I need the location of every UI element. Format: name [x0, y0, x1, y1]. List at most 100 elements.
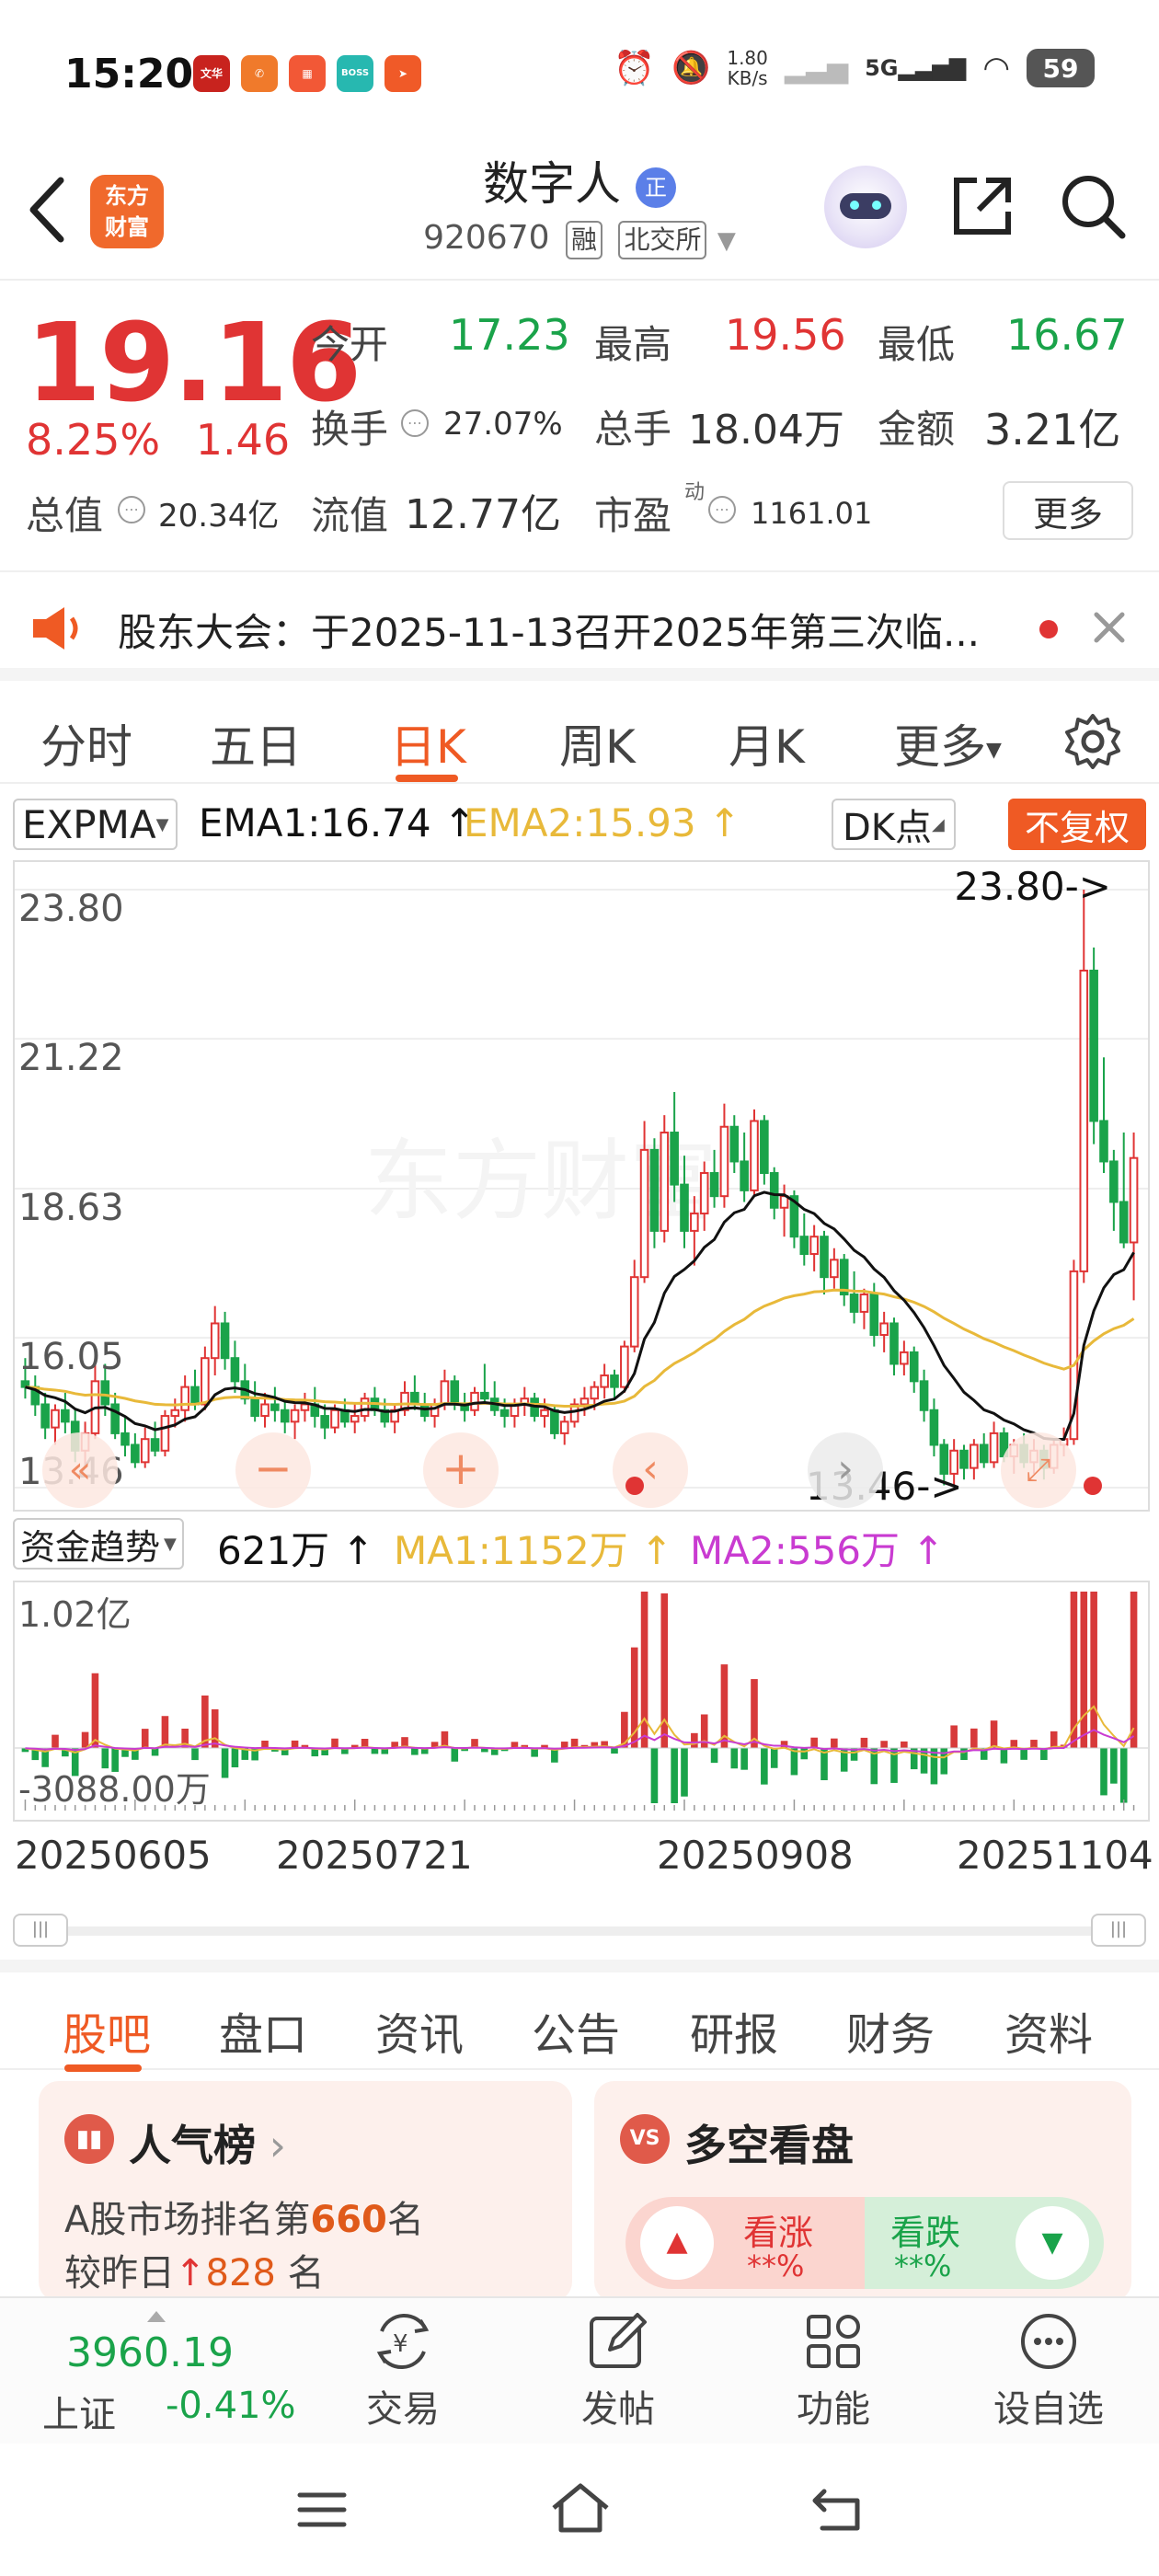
fund-bar	[1130, 1592, 1138, 1748]
indicator-selector[interactable]: EXPMA ▼	[13, 799, 178, 850]
candle-body	[610, 1374, 619, 1388]
more-quote-button[interactable]: 更多	[1003, 481, 1133, 540]
candle-body	[201, 1357, 210, 1406]
bull-bear-card[interactable]: VS 多空看盘 ▲ 看涨 **% 看跌 **% ▼	[594, 2081, 1131, 2302]
zoom-in-icon[interactable]: +	[423, 1432, 499, 1508]
tab-more[interactable]: 更多▼	[894, 710, 1002, 776]
adjust-button[interactable]: 不复权	[1008, 799, 1146, 850]
dk-point-button[interactable]: DK点 ◢	[832, 799, 956, 850]
functions-button[interactable]: 功能	[760, 2311, 907, 2432]
menu-icon[interactable]	[294, 2482, 350, 2537]
y-tick-label: 23.80	[18, 888, 124, 930]
fund-bar	[1050, 1731, 1058, 1748]
candle-body	[690, 1213, 699, 1232]
amount-value: 3.21亿	[984, 405, 1121, 454]
ai-assistant-avatar[interactable]	[824, 166, 907, 248]
index-ticker[interactable]: 3960.19 上证 -0.41%	[18, 2311, 313, 2440]
candle-body	[170, 1409, 180, 1418]
candle-body	[909, 1351, 919, 1383]
tab-weekly-k[interactable]: 周K	[559, 710, 636, 776]
tab-guba[interactable]: 股吧	[63, 1998, 151, 2063]
index-change: -0.41%	[166, 2385, 296, 2427]
fund-trend-chart[interactable]: 1.02亿 -3088.00万	[13, 1581, 1150, 1822]
candle-body	[131, 1443, 140, 1464]
home-icon[interactable]	[548, 2480, 613, 2536]
pe-label: 市盈	[594, 493, 672, 538]
tab-monthly-k[interactable]: 月K	[729, 710, 805, 776]
fund-trend-selector[interactable]: 资金趋势 ▼	[13, 1518, 184, 1570]
tab-news[interactable]: 资讯	[375, 1998, 464, 2063]
turnover-label: 换手	[311, 407, 389, 452]
mute-icon: 🔕	[671, 50, 711, 86]
candle-body	[709, 1172, 719, 1198]
fund-bar	[411, 1748, 419, 1755]
fund-bar	[1100, 1748, 1107, 1796]
tab-intraday[interactable]: 分时	[40, 710, 132, 776]
fund-trend-title: 资金趋势	[20, 1526, 161, 1568]
net-speed: 1.80 KB/s	[727, 47, 768, 89]
max-price-marker: 23.80->	[954, 864, 1111, 909]
info-icon[interactable]: ⋯	[708, 496, 736, 523]
bull-button[interactable]: ▲ 看涨 **%	[625, 2197, 865, 2289]
candle-body	[849, 1294, 859, 1313]
tab-order-book[interactable]: 盘口	[219, 1998, 307, 2063]
info-icon[interactable]: ⋯	[118, 496, 145, 523]
add-watchlist-button[interactable]: 设自选	[975, 2311, 1122, 2432]
candle-body	[580, 1397, 590, 1406]
content-tabs: 股吧 盘口 资讯 公告 研报 财务 资料	[0, 1960, 1159, 2072]
post-button[interactable]: 发帖	[545, 2311, 692, 2432]
event-marker-dot[interactable]	[625, 1477, 644, 1495]
candle-body	[750, 1120, 759, 1191]
candle-body	[120, 1432, 130, 1446]
candle-body	[799, 1236, 809, 1256]
candle-body	[760, 1120, 769, 1175]
announcement-bar[interactable]: 股东大会：于2025-11-13召开2025年第三次临...	[0, 570, 1159, 681]
zoom-out-icon[interactable]: −	[235, 1432, 311, 1508]
quote-panel: 19.16 8.25% 1.46 今开 17.23 最高 19.56 最低 16…	[0, 281, 1159, 566]
amount-label: 金额	[878, 407, 956, 452]
share-icon[interactable]	[949, 173, 1016, 239]
tab-daily-k[interactable]: 日K	[390, 710, 466, 776]
back-icon[interactable]	[809, 2482, 865, 2537]
bear-button[interactable]: 看跌 **% ▼	[865, 2197, 1104, 2289]
event-marker-dot[interactable]	[1084, 1477, 1102, 1495]
close-icon[interactable]	[1091, 609, 1128, 646]
scroller-left-handle[interactable]: |||	[13, 1914, 68, 1947]
fullscreen-icon[interactable]: ⤢	[1001, 1432, 1076, 1508]
indicator-row: EXPMA ▼ EMA1:16.74 ↑ EMA2:15.93 ↑ DK点 ◢ 不复…	[0, 799, 1159, 854]
tab-announcements[interactable]: 公告	[532, 1998, 620, 2063]
fund-bar	[1090, 1592, 1097, 1748]
tab-research[interactable]: 研报	[690, 1998, 778, 2063]
dropdown-caret-icon[interactable]: ▼	[717, 227, 736, 255]
scroll-left-icon[interactable]: «	[42, 1432, 118, 1508]
index-value: 3960.19	[66, 2329, 234, 2376]
candle-body	[140, 1438, 150, 1464]
bear-value: **%	[894, 2248, 952, 2283]
bullbear-title: 多空看盘	[684, 2121, 854, 2170]
kline-chart[interactable]: 东方财富 23.8021.2218.6316.0513.46 23.80-> 1…	[13, 860, 1150, 1512]
date-label: 20250605	[15, 1833, 212, 1878]
step-right-icon[interactable]: ›	[808, 1432, 883, 1508]
rank-value: 660	[310, 2199, 387, 2241]
tab-profile[interactable]: 资料	[1004, 1998, 1093, 2063]
candle-body	[1099, 1120, 1108, 1163]
robot-eye-left	[850, 201, 859, 210]
tab-five-day[interactable]: 五日	[210, 710, 302, 776]
grid-apps-icon	[807, 2315, 860, 2368]
fund-y-bottom: -3088.00万	[18, 1769, 211, 1810]
popularity-card[interactable]: ▮▮ 人气榜 › A股市场排名第660名 较昨日↑828 名	[39, 2081, 572, 2302]
step-left-icon[interactable]: ‹	[613, 1432, 688, 1508]
candle-body	[1129, 1156, 1139, 1244]
fund-bar	[52, 1734, 59, 1748]
status-time: 15:20	[64, 51, 194, 98]
tab-financials[interactable]: 财务	[846, 1998, 935, 2063]
info-icon[interactable]: ⋯	[401, 409, 429, 437]
chart-range-scroller[interactable]: ||| |||	[13, 1914, 1146, 1947]
last-price: 19.16	[26, 299, 361, 426]
candle-body	[230, 1357, 240, 1383]
settings-gear-icon[interactable]	[1063, 712, 1122, 771]
search-icon[interactable]	[1058, 171, 1128, 241]
trade-button[interactable]: ¥ 交易	[329, 2311, 476, 2432]
index-name: 上证	[42, 2394, 116, 2436]
scroller-right-handle[interactable]: |||	[1091, 1914, 1146, 1947]
